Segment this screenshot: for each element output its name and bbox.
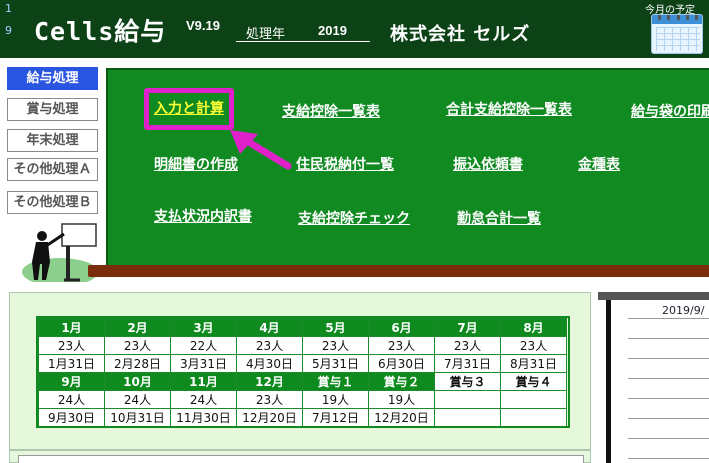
table-row: 1月31日 2月28日 3月31日 4月30日 5月31日 6月30日 7月31… — [38, 354, 567, 373]
menu-input-and-calculate[interactable]: 入力と計算 — [154, 98, 224, 118]
month-header-7[interactable]: 7月 — [434, 318, 501, 337]
row-number-1: 1 — [5, 2, 12, 15]
month-header-1[interactable]: 1月 — [38, 318, 105, 337]
right-panel-divider — [606, 300, 611, 463]
employee-count-12: 23人 — [236, 390, 303, 409]
month-header-11[interactable]: 11月 — [170, 372, 237, 391]
month-header-8[interactable]: 8月 — [500, 318, 567, 337]
menu-payment-deduction-list[interactable]: 支給控除一覧表 — [282, 101, 380, 121]
month-header-5[interactable]: 5月 — [302, 318, 369, 337]
pay-date-6: 6月30日 — [368, 354, 435, 373]
month-header-9[interactable]: 9月 — [38, 372, 105, 391]
version-label: V9.19 — [186, 18, 220, 33]
bonus-header-3[interactable]: 賞与３ — [434, 372, 501, 391]
company-name: 株式会社 セルズ — [390, 24, 531, 45]
month-header-3[interactable]: 3月 — [170, 318, 237, 337]
menu-transfer-request[interactable]: 振込依頼書 — [453, 154, 523, 174]
menu-payment-status-breakdown[interactable]: 支払状況内訳書 — [154, 206, 252, 226]
pay-date-1: 1月31日 — [38, 354, 105, 373]
table-row: 23人 23人 22人 23人 23人 23人 23人 23人 — [38, 336, 567, 355]
bonus-header-2[interactable]: 賞与２ — [368, 372, 435, 391]
menu-resident-tax-list[interactable]: 住民税納付一覧 — [296, 154, 394, 174]
bonus-count-3 — [434, 390, 501, 409]
calendar-icon-rings — [658, 15, 698, 20]
board-ledge — [88, 265, 709, 277]
row-number-9: 9 — [5, 24, 12, 37]
bonus-count-1: 19人 — [302, 390, 369, 409]
table-row: 9月30日 10月31日 11月30日 12月20日 7月12日 12月20日 — [38, 408, 567, 427]
summary-panel-lower — [9, 450, 591, 463]
employee-count-3: 22人 — [170, 336, 237, 355]
pay-date-3: 3月31日 — [170, 354, 237, 373]
pay-date-12: 12月20日 — [236, 408, 303, 427]
right-panel-date: 2019/9/ — [662, 304, 705, 317]
nav-year-end-button[interactable]: 年末処理 — [7, 129, 98, 152]
pay-date-5: 5月31日 — [302, 354, 369, 373]
bonus-date-4 — [500, 408, 567, 427]
calendar-icon-grid — [656, 27, 700, 51]
processing-year: 処理年 2019 — [236, 22, 370, 42]
menu-total-payment-deduction-list[interactable]: 合計支給控除一覧表 — [446, 99, 572, 119]
right-panel-line — [628, 338, 709, 339]
bonus-count-4 — [500, 390, 567, 409]
processing-year-value[interactable]: 2019 — [318, 23, 347, 38]
menu-attendance-total-list[interactable]: 勤怠合計一覧 — [457, 208, 541, 228]
employee-count-4: 23人 — [236, 336, 303, 355]
menu-create-statement[interactable]: 明細書の作成 — [154, 154, 238, 174]
menu-denomination-table[interactable]: 金種表 — [578, 154, 620, 174]
pay-date-2: 2月28日 — [104, 354, 171, 373]
pay-date-9: 9月30日 — [38, 408, 105, 427]
processing-year-label: 処理年 — [246, 27, 286, 42]
cells-payroll-window: 1 9 Cells給与 V9.19 処理年 2019 株式会社 セルズ 今月の予… — [0, 0, 709, 463]
right-panel-line — [628, 378, 709, 379]
employee-count-2: 23人 — [104, 336, 171, 355]
bonus-date-2: 12月20日 — [368, 408, 435, 427]
menu-payment-deduction-check[interactable]: 支給控除チェック — [298, 208, 410, 228]
monthly-calendar-table: 1月 2月 3月 4月 5月 6月 7月 8月 23人 23人 22人 23人 … — [38, 318, 567, 427]
bonus-count-2: 19人 — [368, 390, 435, 409]
right-panel-line — [628, 458, 709, 459]
right-panel-line — [628, 358, 709, 359]
pay-date-10: 10月31日 — [104, 408, 171, 427]
employee-count-11: 24人 — [170, 390, 237, 409]
bonus-date-3 — [434, 408, 501, 427]
month-header-10[interactable]: 10月 — [104, 372, 171, 391]
nav-payroll-button[interactable]: 給与処理 — [7, 67, 98, 90]
summary-panel-lower-field — [18, 455, 584, 463]
employee-count-8: 23人 — [500, 336, 567, 355]
pay-date-4: 4月30日 — [236, 354, 303, 373]
right-panel-line — [628, 398, 709, 399]
employee-count-7: 23人 — [434, 336, 501, 355]
pay-date-11: 11月30日 — [170, 408, 237, 427]
bonus-date-1: 7月12日 — [302, 408, 369, 427]
employee-count-6: 23人 — [368, 336, 435, 355]
employee-count-1: 23人 — [38, 336, 105, 355]
nav-other-b-button[interactable]: その他処理Ｂ — [7, 191, 98, 214]
employee-count-10: 24人 — [104, 390, 171, 409]
nav-other-a-button[interactable]: その他処理Ａ — [7, 158, 98, 181]
right-panel-line — [628, 418, 709, 419]
table-row: 1月 2月 3月 4月 5月 6月 7月 8月 — [38, 318, 567, 337]
header-bar: 1 9 Cells給与 V9.19 処理年 2019 株式会社 セルズ 今月の予… — [0, 0, 709, 58]
month-header-2[interactable]: 2月 — [104, 318, 171, 337]
right-panel-line — [628, 318, 709, 319]
app-title: Cells給与 — [34, 17, 167, 46]
bonus-header-4[interactable]: 賞与４ — [500, 372, 567, 391]
table-row: 9月 10月 11月 12月 賞与１ 賞与２ 賞与３ 賞与４ — [38, 372, 567, 391]
pay-date-7: 7月31日 — [434, 354, 501, 373]
employee-count-9: 24人 — [38, 390, 105, 409]
employee-count-5: 23人 — [302, 336, 369, 355]
bonus-header-1[interactable]: 賞与１ — [302, 372, 369, 391]
presenter-figure-icon — [22, 223, 98, 282]
month-header-6[interactable]: 6月 — [368, 318, 435, 337]
table-row: 24人 24人 24人 23人 19人 19人 — [38, 390, 567, 409]
month-header-4[interactable]: 4月 — [236, 318, 303, 337]
calendar-icon[interactable] — [651, 14, 703, 54]
menu-pay-envelope-print[interactable]: 給与袋の印刷 — [631, 101, 709, 121]
month-header-12[interactable]: 12月 — [236, 372, 303, 391]
pay-date-8: 8月31日 — [500, 354, 567, 373]
nav-bonus-button[interactable]: 賞与処理 — [7, 98, 98, 121]
right-panel-line — [628, 438, 709, 439]
right-panel-top-bar — [598, 292, 709, 300]
